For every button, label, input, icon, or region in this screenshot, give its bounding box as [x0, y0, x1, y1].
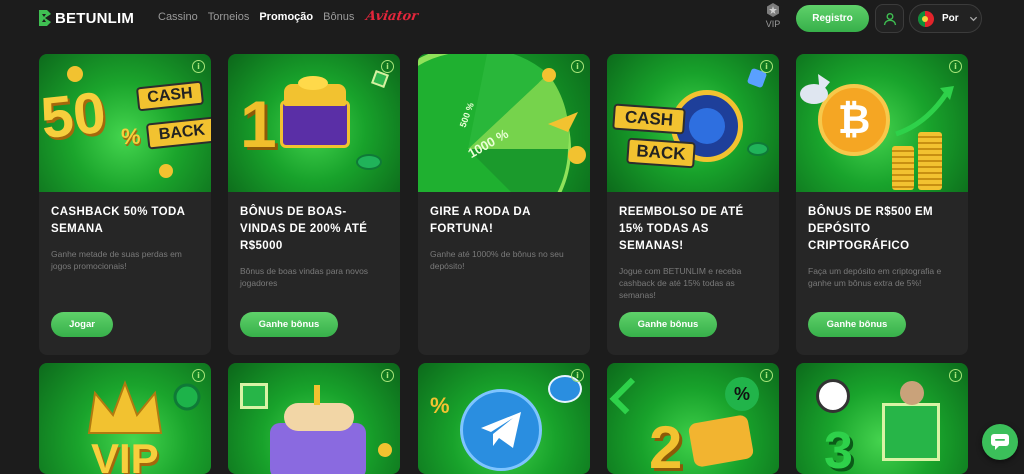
promo-card-telegram[interactable]: % i: [418, 363, 590, 474]
promo-image-text: CASH: [624, 107, 674, 130]
get-bonus-button[interactable]: Ganhe bônus: [240, 312, 338, 337]
promo-card-welcome-bonus[interactable]: 1 i BÔNUS DE BOAS-VINDAS DE 200% ATÉ R$5…: [228, 54, 400, 355]
promo-image: VIP i: [39, 363, 211, 474]
promo-description: Bônus de boas vindas para novos jogadore…: [240, 266, 369, 288]
promo-image-text: VIP: [91, 435, 159, 474]
register-button[interactable]: Registro: [796, 5, 869, 32]
play-button[interactable]: Jogar: [51, 312, 113, 337]
promo-card-vip[interactable]: VIP i: [39, 363, 211, 474]
brand-logo[interactable]: BETUNLIM: [38, 9, 134, 27]
promo-image: 2 % i: [607, 363, 779, 474]
promo-image-text: BACK: [158, 121, 206, 144]
nav-item-bonus[interactable]: Bônus: [323, 11, 354, 23]
info-icon[interactable]: i: [760, 60, 773, 73]
info-icon[interactable]: i: [381, 369, 394, 382]
nav-item-promocao[interactable]: Promoção: [259, 11, 313, 23]
promo-card-cashback-50[interactable]: 50 % CASH BACK i CASHBACK 50% TODA SEMAN…: [39, 54, 211, 355]
promo-image-text: 50: [39, 79, 109, 152]
promo-image: ₿ i: [796, 54, 968, 192]
promo-image-text: %: [121, 124, 141, 149]
nav-item-torneios[interactable]: Torneios: [208, 11, 250, 23]
get-bonus-button[interactable]: Ganhe bônus: [808, 312, 906, 337]
logo-mark-icon: [39, 10, 51, 26]
info-icon[interactable]: i: [760, 369, 773, 382]
user-icon: [883, 12, 896, 25]
info-icon[interactable]: i: [949, 369, 962, 382]
promo-title: BÔNUS DE BOAS-VINDAS DE 200% ATÉ R$5000: [240, 206, 368, 252]
promo-card-third-deposit[interactable]: 3 i: [796, 363, 968, 474]
promo-title: GIRE A RODA DA FORTUNA!: [430, 206, 531, 235]
chevron-down-icon: [969, 16, 977, 22]
vip-icon: [767, 3, 779, 17]
vip-label: VIP: [765, 19, 781, 29]
brand-name: BETUNLIM: [55, 9, 135, 27]
promo-image-text: 3: [824, 422, 853, 474]
login-button[interactable]: [875, 4, 904, 33]
promo-description: Ganhe até 1000% de bônus no seu depósito…: [430, 249, 564, 271]
promo-image: 1000 % 500 % i: [418, 54, 590, 192]
promo-image: % i: [418, 363, 590, 474]
promo-image-text: CASH: [146, 84, 194, 107]
promo-card-cashback-15[interactable]: CASH BACK i REEMBOLSO DE ATÉ 15% TODAS A…: [607, 54, 779, 355]
telegram-icon: [481, 412, 521, 448]
promo-title: CASHBACK 50% TODA SEMANA: [51, 206, 185, 235]
get-bonus-button[interactable]: Ganhe bônus: [619, 312, 717, 337]
promo-image-text: 2: [649, 414, 683, 474]
top-bar: BETUNLIM Cassino Torneios Promoção Bônus…: [0, 0, 1024, 38]
promo-image: i: [228, 363, 400, 474]
promo-title: REEMBOLSO DE ATÉ 15% TODAS AS SEMANAS!: [619, 206, 744, 252]
nav-item-aviator[interactable]: Aviator: [365, 9, 419, 24]
promo-description: Ganhe metade de suas perdas em jogos pro…: [51, 249, 182, 271]
promo-image: 3 i: [796, 363, 968, 474]
chat-icon: [991, 434, 1009, 450]
promo-image: CASH BACK i: [607, 54, 779, 192]
main-nav: Cassino Torneios Promoção Bônus: [158, 11, 364, 23]
percent-badge-icon: %: [725, 377, 759, 411]
promo-card-second-deposit[interactable]: 2 % i: [607, 363, 779, 474]
promo-image: 50 % CASH BACK i: [39, 54, 211, 192]
info-icon[interactable]: i: [949, 60, 962, 73]
language-select[interactable]: Por: [909, 4, 982, 33]
nav-item-cassino[interactable]: Cassino: [158, 11, 198, 23]
fortune-wheel-graphic: [418, 54, 578, 192]
language-label: Por: [942, 13, 959, 24]
vip-link[interactable]: VIP: [762, 3, 784, 29]
info-icon[interactable]: i: [381, 60, 394, 73]
promo-image-text: 1: [240, 87, 277, 161]
promo-card-birthday[interactable]: i: [228, 363, 400, 474]
live-chat-button[interactable]: [982, 424, 1018, 460]
growth-arrow-icon: [800, 74, 954, 137]
info-icon[interactable]: i: [192, 60, 205, 73]
info-icon[interactable]: i: [192, 369, 205, 382]
promo-image-text: BACK: [635, 141, 687, 164]
info-icon[interactable]: i: [571, 369, 584, 382]
promo-image-text: %: [430, 393, 450, 418]
promo-title: BÔNUS DE R$500 EM DEPÓSITO CRIPTOGRÁFICO: [808, 206, 934, 252]
soccer-ball-icon: [816, 379, 850, 413]
promo-image: 1 i: [228, 54, 400, 192]
flag-icon: [918, 10, 934, 27]
promo-card-fortune-wheel[interactable]: 1000 % 500 % i GIRE A RODA DA FORTUNA! G…: [418, 54, 590, 355]
info-icon[interactable]: i: [571, 60, 584, 73]
promo-description: Faça um depósito em criptografia e ganhe…: [808, 266, 942, 288]
promo-card-crypto-deposit[interactable]: ₿ i BÔNUS DE R$500 EM DEPÓSITO CRIPTOGRÁ…: [796, 54, 968, 355]
promo-description: Jogue com BETUNLIM e receba cashback de …: [619, 266, 742, 300]
